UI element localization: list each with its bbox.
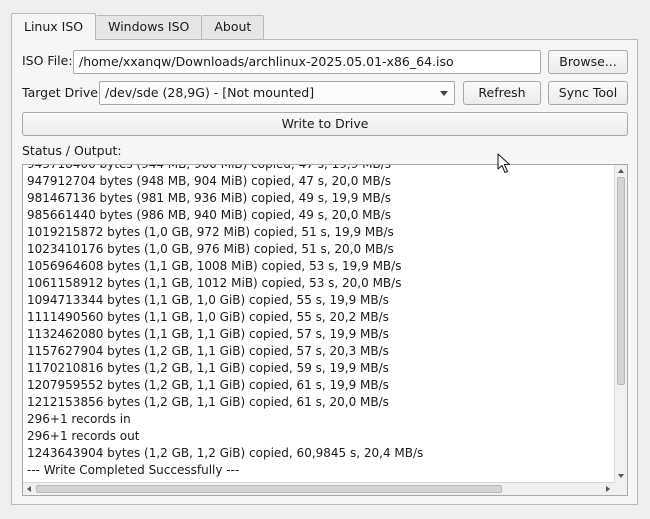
output-line: --- Write Completed Successfully --- <box>27 463 240 477</box>
iso-file-label: ISO File: <box>22 53 73 68</box>
output-line: 1170210816 bytes (1,2 GB, 1,1 GiB) copie… <box>27 361 389 375</box>
chevron-down-icon <box>440 91 448 96</box>
output-line: 1094713344 bytes (1,1 GB, 1,0 GiB) copie… <box>27 293 389 307</box>
arrow-left-icon[interactable] <box>27 486 31 492</box>
output-line: 1243643904 bytes (1,2 GB, 1,2 GiB) copie… <box>27 446 424 460</box>
browse-button[interactable]: Browse... <box>548 50 628 74</box>
output-line: 1207959552 bytes (1,2 GB, 1,1 GiB) copie… <box>27 378 389 392</box>
tab-about[interactable]: About <box>202 15 265 39</box>
output-line: 1111490560 bytes (1,1 GB, 1,0 GiB) copie… <box>27 310 389 324</box>
output-line: 985661440 bytes (986 MB, 940 MiB) copied… <box>27 208 392 222</box>
horizontal-scroll-thumb[interactable] <box>36 485 502 493</box>
status-output-label: Status / Output: <box>22 143 122 158</box>
vertical-scroll-thumb[interactable] <box>617 177 625 385</box>
target-drive-select[interactable]: /dev/sde (28,9G) - [Not mounted] <box>99 81 455 105</box>
write-to-drive-button[interactable]: Write to Drive <box>22 112 628 136</box>
output-line: 296+1 records in <box>27 412 131 426</box>
arrow-up-icon[interactable] <box>618 169 624 173</box>
sync-tool-button[interactable]: Sync Tool <box>548 81 628 105</box>
vertical-scrollbar[interactable] <box>614 165 627 482</box>
output-line: 1056964608 bytes (1,1 GB, 1008 MiB) copi… <box>27 259 402 273</box>
output-line: 1023410176 bytes (1,0 GB, 976 MiB) copie… <box>27 242 394 256</box>
horizontal-scrollbar[interactable] <box>23 482 614 495</box>
target-drive-value: /dev/sde (28,9G) - [Not mounted] <box>105 85 315 100</box>
tab-linux-iso[interactable]: Linux ISO <box>11 13 97 40</box>
refresh-button[interactable]: Refresh <box>463 81 541 105</box>
output-line: 1019215872 bytes (1,0 GB, 972 MiB) copie… <box>27 225 394 239</box>
arrow-down-icon[interactable] <box>618 474 624 478</box>
output-line: 981467136 bytes (981 MB, 936 MiB) copied… <box>27 191 392 205</box>
output-line: 1132462080 bytes (1,1 GB, 1,1 GiB) copie… <box>27 327 389 341</box>
tab-windows-iso[interactable]: Windows ISO <box>96 15 203 39</box>
output-line: 947912704 bytes (948 MB, 904 MiB) copied… <box>27 174 392 188</box>
output-line: 943718400 bytes (944 MB, 900 MiB) copied… <box>27 164 392 171</box>
scrollbar-corner <box>614 482 627 495</box>
mouse-pointer-icon <box>497 153 511 174</box>
arrow-right-icon[interactable] <box>606 486 610 492</box>
target-drive-label: Target Drive: <box>22 85 103 100</box>
output-line: 1212153856 bytes (1,2 GB, 1,1 GiB) copie… <box>27 395 389 409</box>
output-lines: 943718400 bytes (944 MB, 900 MiB) copied… <box>27 164 613 479</box>
output-line: 1157627904 bytes (1,2 GB, 1,1 GiB) copie… <box>27 344 389 358</box>
output-text-area[interactable]: 943718400 bytes (944 MB, 900 MiB) copied… <box>22 164 628 496</box>
tab-bar: Linux ISO Windows ISO About <box>11 13 265 40</box>
iso-file-input[interactable]: /home/xxanqw/Downloads/archlinux-2025.05… <box>73 50 541 74</box>
output-line: 1061158912 bytes (1,1 GB, 1012 MiB) copi… <box>27 276 402 290</box>
output-line: 296+1 records out <box>27 429 140 443</box>
